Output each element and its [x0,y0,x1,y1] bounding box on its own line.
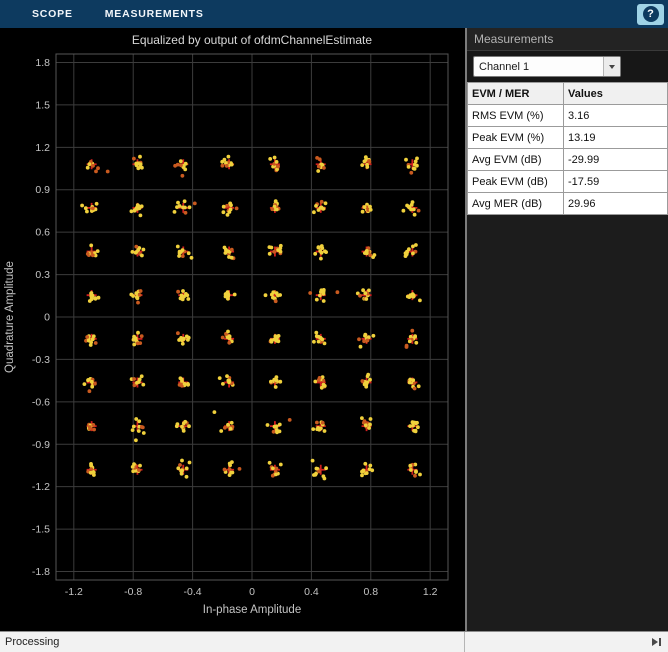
measurements-panel-title: Measurements [467,28,668,51]
metric-label: Avg MER (dB) [468,193,564,215]
svg-text:Equalized by output of ofdmCha: Equalized by output of ofdmChannelEstima… [132,33,372,47]
svg-text:0.4: 0.4 [304,586,319,598]
svg-text:-1.2: -1.2 [32,481,50,493]
svg-text:1.2: 1.2 [35,142,50,154]
table-row: Avg MER (dB) 29.96 [468,193,668,215]
toolstrip: SCOPE MEASUREMENTS ? [0,0,668,28]
constellation-plot: -1.2 -0.8 -0.4 0 0.4 0.8 1.2 -1.8 -1.5 -1.2 -0.9 -0… [0,28,465,632]
svg-text:0.9: 0.9 [35,184,50,196]
table-row: Peak EVM (dB) -17.59 [468,171,668,193]
help-icon: ? [643,6,659,22]
metric-label: Peak EVM (%) [468,127,564,149]
svg-text:0.6: 0.6 [35,227,50,239]
tab-scope[interactable]: SCOPE [32,8,73,20]
metric-label: Peak EVM (dB) [468,171,564,193]
svg-text:In-phase Amplitude: In-phase Amplitude [203,604,301,616]
svg-text:1.5: 1.5 [35,99,50,111]
svg-text:-1.5: -1.5 [32,524,50,536]
metric-value: -29.99 [564,149,668,171]
main-area: -1.2 -0.8 -0.4 0 0.4 0.8 1.2 -1.8 -1.5 -1.2 -0.9 -0… [0,28,668,631]
status-bar: Processing [0,631,668,652]
metric-value: 3.16 [564,105,668,127]
svg-text:-1.2: -1.2 [65,586,83,598]
svg-text:-0.8: -0.8 [124,586,142,598]
metric-label: Avg EVM (dB) [468,149,564,171]
svg-text:-1.8: -1.8 [32,566,50,578]
channel-select-value: Channel 1 [474,61,603,73]
evm-mer-table: EVM / MER Values RMS EVM (%) 3.16 Peak E… [467,82,668,215]
panel-empty-space [467,215,668,631]
svg-text:0: 0 [44,312,50,324]
svg-text:0.3: 0.3 [35,269,50,281]
table-row: RMS EVM (%) 3.16 [468,105,668,127]
table-row: Avg EVM (dB) -29.99 [468,149,668,171]
svg-text:0: 0 [249,586,255,598]
scope-window: SCOPE MEASUREMENTS ? -1.2 -0.8 -0.4 0 0.4 0.8… [0,0,668,652]
table-header-values: Values [564,83,668,105]
svg-text:1.2: 1.2 [423,586,438,598]
svg-text:Quadrature Amplitude: Quadrature Amplitude [4,261,16,373]
channel-select[interactable]: Channel 1 [473,56,621,77]
help-button[interactable]: ? [637,4,664,25]
constellation-plot-area: -1.2 -0.8 -0.4 0 0.4 0.8 1.2 -1.8 -1.5 -1.2 -0.9 -0… [0,28,465,631]
channel-select-arrow-button[interactable] [603,57,620,76]
table-header-metric: EVM / MER [468,83,564,105]
svg-text:1.8: 1.8 [35,57,50,69]
chevron-down-icon [609,65,615,69]
status-bar-divider [464,632,465,652]
svg-text:-0.6: -0.6 [32,396,50,408]
svg-text:-0.3: -0.3 [32,354,50,366]
measurements-panel: Measurements Channel 1 EVM / MER Values … [467,28,668,631]
table-row: Peak EVM (%) 13.19 [468,127,668,149]
metric-value: -17.59 [564,171,668,193]
status-text: Processing [0,636,651,648]
metric-value: 29.96 [564,193,668,215]
step-forward-icon[interactable] [651,637,662,647]
table-header-row: EVM / MER Values [468,83,668,105]
tab-measurements[interactable]: MEASUREMENTS [105,8,204,20]
metric-value: 13.19 [564,127,668,149]
metric-label: RMS EVM (%) [468,105,564,127]
channel-select-row: Channel 1 [467,51,668,82]
svg-text:0.8: 0.8 [363,586,378,598]
svg-text:-0.9: -0.9 [32,439,50,451]
svg-text:-0.4: -0.4 [184,586,202,598]
